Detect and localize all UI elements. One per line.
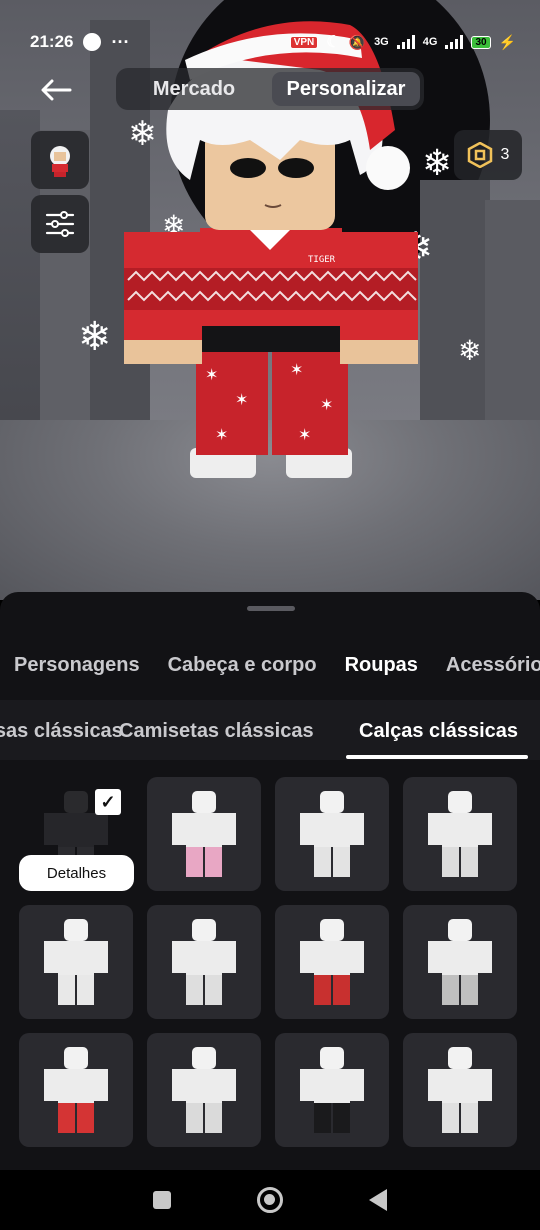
filter-settings-button[interactable]	[31, 195, 89, 253]
network-3g-label: 3G	[374, 36, 389, 48]
item-thumbnail	[44, 1047, 108, 1133]
do-not-disturb-icon: ☾	[326, 34, 341, 51]
item-thumbnail	[44, 919, 108, 1005]
system-nav-bar	[0, 1170, 540, 1230]
vpn-badge: VPN	[289, 35, 319, 49]
item-tile[interactable]	[147, 777, 261, 891]
item-thumbnail	[428, 919, 492, 1005]
svg-text:❄: ❄	[458, 334, 481, 367]
item-thumbnail	[172, 919, 236, 1005]
sliders-icon	[45, 211, 75, 237]
tab-personagens[interactable]: Personagens	[14, 654, 140, 677]
item-thumbnail	[172, 1047, 236, 1133]
category-tabs: Personagens Cabeça e corpo Roupas Acessó…	[14, 654, 540, 677]
item-tile[interactable]	[147, 1033, 261, 1147]
item-tile[interactable]	[403, 777, 517, 891]
subtab-camisas-classicas[interactable]: Camisas clássicas	[0, 720, 123, 743]
status-bar: 21:26 ··· VPN ☾ 🔕 3G 4G 30 ⚡	[0, 0, 540, 62]
network-4g-label: 4G	[422, 36, 438, 48]
more-notifications-icon: ···	[111, 31, 130, 52]
signal-icon	[445, 35, 464, 49]
drag-handle[interactable]	[247, 606, 295, 611]
item-tile[interactable]	[275, 905, 389, 1019]
tab-personalizar[interactable]: Personalizar	[272, 72, 420, 106]
checkmark-icon: ✓	[95, 789, 121, 815]
robux-balance[interactable]: 3	[454, 130, 522, 180]
back-icon[interactable]	[369, 1189, 387, 1211]
svg-text:✶: ✶	[298, 425, 311, 444]
items-grid: ✓	[19, 777, 521, 1147]
item-thumbnail	[300, 1047, 364, 1133]
item-tile[interactable]	[147, 905, 261, 1019]
subtab-calcas-classicas[interactable]: Calças clássicas	[359, 720, 518, 743]
tab-acessorios[interactable]: Acessórios	[446, 654, 540, 677]
item-tile[interactable]	[275, 1033, 389, 1147]
mute-icon: 🔕	[348, 33, 367, 50]
tab-cabeca-e-corpo[interactable]: Cabeça e corpo	[168, 654, 317, 677]
status-time: 21:26	[30, 32, 74, 51]
item-thumbnail	[428, 1047, 492, 1133]
signal-icon	[396, 35, 415, 49]
item-tile[interactable]	[275, 777, 389, 891]
mode-tabs: Mercado Personalizar	[116, 68, 424, 110]
svg-text:❄: ❄	[128, 114, 157, 154]
svg-text:❄: ❄	[422, 143, 452, 184]
avatar-thumbnail-icon	[50, 146, 70, 177]
subtab-camisetas-classicas[interactable]: Camisetas clássicas	[119, 720, 314, 743]
shirt-text: TIGER	[308, 255, 336, 265]
home-icon[interactable]	[257, 1187, 283, 1213]
battery-icon: 30	[471, 35, 491, 49]
active-tab-indicator	[346, 755, 528, 759]
svg-text:✶: ✶	[235, 390, 248, 409]
avatar-thumbnail-button[interactable]	[31, 131, 89, 189]
svg-text:✶: ✶	[290, 360, 303, 379]
robux-icon	[467, 142, 492, 168]
item-thumbnail	[172, 791, 236, 877]
item-tile[interactable]	[19, 905, 133, 1019]
item-thumbnail	[300, 791, 364, 877]
svg-text:❄: ❄	[78, 314, 112, 360]
details-button[interactable]: Detalhes	[19, 855, 134, 891]
item-thumbnail	[300, 919, 364, 1005]
item-thumbnail	[428, 791, 492, 877]
messenger-icon	[83, 33, 102, 51]
svg-text:✶: ✶	[320, 395, 333, 414]
item-tile[interactable]	[19, 1033, 133, 1147]
item-tile[interactable]	[403, 905, 517, 1019]
tab-roupas[interactable]: Roupas	[345, 654, 418, 677]
robux-count: 3	[500, 146, 510, 163]
back-arrow-icon[interactable]	[36, 74, 76, 106]
recents-icon[interactable]	[153, 1191, 171, 1209]
svg-text:✶: ✶	[205, 365, 218, 384]
svg-text:✶: ✶	[215, 425, 228, 444]
item-tile[interactable]	[403, 1033, 517, 1147]
subcategory-tabs: Camisas clássicas Camisetas clássicas Ca…	[0, 700, 540, 760]
charging-icon: ⚡	[498, 33, 516, 50]
tab-mercado[interactable]: Mercado	[120, 72, 268, 106]
